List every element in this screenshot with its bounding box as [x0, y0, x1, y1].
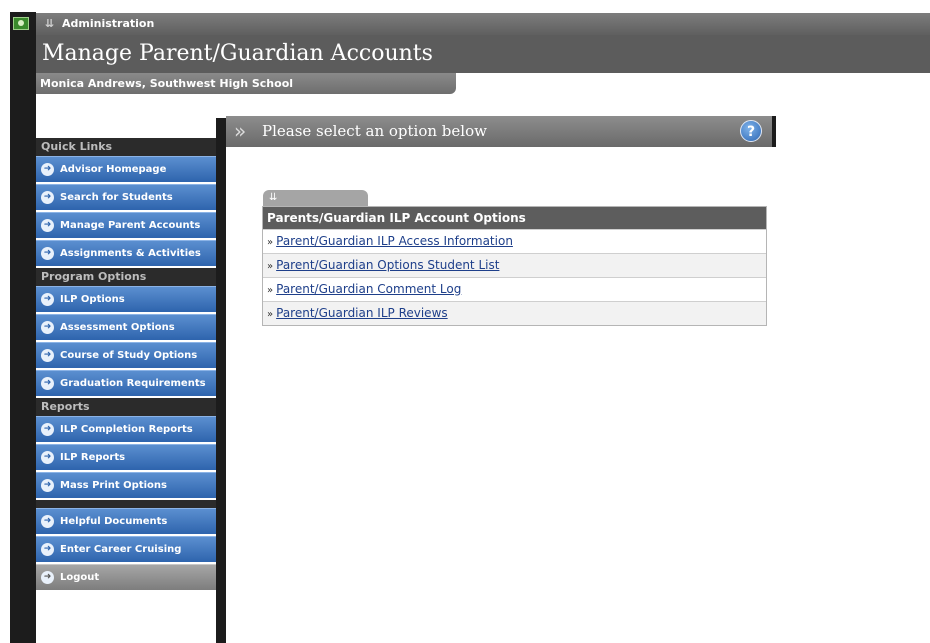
double-chevron-right-icon: »: [234, 119, 247, 143]
page-title: Manage Parent/Guardian Accounts: [42, 41, 433, 66]
sidebar-item-helpful-documents[interactable]: ➜ Helpful Documents: [36, 508, 216, 534]
sidebar-item-course-of-study-options[interactable]: ➜ Course of Study Options: [36, 342, 216, 368]
arrow-right-icon: ➜: [41, 543, 54, 556]
sidebar-item-label: ILP Reports: [60, 452, 126, 463]
logout-label: Logout: [60, 572, 100, 583]
left-strip: [10, 12, 36, 643]
arrow-right-icon: ➜: [41, 219, 54, 232]
administration-bar[interactable]: ⇊ Administration: [36, 13, 930, 35]
sidebar-item-assessment-options[interactable]: ➜ Assessment Options: [36, 314, 216, 340]
administration-label: Administration: [62, 17, 155, 30]
arrow-right-icon: ➜: [41, 349, 54, 362]
arrow-right-icon: ➜: [41, 247, 54, 260]
sidebar: Quick Links ➜ Advisor Homepage ➜ Search fo…: [36, 138, 216, 643]
sidebar-item-advisor-homepage[interactable]: ➜ Advisor Homepage: [36, 156, 216, 182]
bullet-icon: »: [267, 237, 274, 248]
arrow-right-icon: ➜: [41, 163, 54, 176]
sidebar-item-label: Advisor Homepage: [60, 164, 167, 175]
program-options-header: Program Options: [36, 268, 216, 286]
sidebar-item-label: Graduation Requirements: [60, 378, 206, 389]
arrow-right-icon: ➜: [41, 571, 54, 584]
collapse-toggle[interactable]: ⇊: [263, 190, 368, 206]
chevron-down-icon[interactable]: ⇊: [45, 17, 54, 30]
option-prompt: Please select an option below: [262, 122, 487, 140]
account-options-panel: Parents/Guardian ILP Account Options » Pa…: [262, 206, 767, 326]
sidebar-item-graduation-requirements[interactable]: ➜ Graduation Requirements: [36, 370, 216, 396]
sidebar-item-enter-career-cruising[interactable]: ➜ Enter Career Cruising: [36, 536, 216, 562]
sidebar-item-search-students[interactable]: ➜ Search for Students: [36, 184, 216, 210]
arrow-right-icon: ➜: [41, 423, 54, 436]
link-options-student-list[interactable]: Parent/Guardian Options Student List: [276, 258, 499, 272]
list-item: » Parent/Guardian ILP Reviews: [263, 301, 766, 325]
arrow-right-icon: ➜: [41, 377, 54, 390]
sidebar-item-mass-print-options[interactable]: ➜ Mass Print Options: [36, 472, 216, 498]
bullet-icon: »: [267, 261, 274, 272]
arrow-right-icon: ➜: [41, 451, 54, 464]
sidebar-item-assignments-activities[interactable]: ➜ Assignments & Activities: [36, 240, 216, 266]
link-comment-log[interactable]: Parent/Guardian Comment Log: [276, 282, 461, 296]
sidebar-separator: [36, 500, 216, 508]
sidebar-item-ilp-options[interactable]: ➜ ILP Options: [36, 286, 216, 312]
sidebar-item-ilp-completion-reports[interactable]: ➜ ILP Completion Reports: [36, 416, 216, 442]
sidebar-item-label: Assessment Options: [60, 322, 175, 333]
sidebar-item-label: Helpful Documents: [60, 516, 168, 527]
list-item: » Parent/Guardian Comment Log: [263, 277, 766, 301]
sidebar-item-manage-parent-accounts[interactable]: ➜ Manage Parent Accounts: [36, 212, 216, 238]
sidebar-item-label: Enter Career Cruising: [60, 544, 182, 555]
list-item: » Parent/Guardian Options Student List: [263, 253, 766, 277]
sidebar-item-label: Mass Print Options: [60, 480, 167, 491]
bullet-icon: »: [267, 309, 274, 320]
arrow-right-icon: ➜: [41, 479, 54, 492]
option-header-bar: » Please select an option below ?: [226, 116, 776, 147]
user-info-bar: Monica Andrews, Southwest High School: [36, 73, 456, 94]
sidebar-item-label: Search for Students: [60, 192, 173, 203]
help-icon[interactable]: ?: [740, 120, 762, 142]
quick-links-header: Quick Links: [36, 138, 216, 156]
sidebar-item-label: Assignments & Activities: [60, 248, 201, 259]
content-divider: [216, 118, 226, 643]
user-school-label: Monica Andrews, Southwest High School: [40, 77, 294, 90]
sidebar-item-ilp-reports[interactable]: ➜ ILP Reports: [36, 444, 216, 470]
arrow-right-icon: ➜: [41, 191, 54, 204]
arrow-right-icon: ➜: [41, 515, 54, 528]
app-icon[interactable]: [13, 17, 29, 30]
arrow-right-icon: ➜: [41, 293, 54, 306]
logout-button[interactable]: ➜ Logout: [36, 564, 216, 590]
link-ilp-reviews[interactable]: Parent/Guardian ILP Reviews: [276, 306, 448, 320]
link-ilp-access-information[interactable]: Parent/Guardian ILP Access Information: [276, 234, 513, 248]
sidebar-item-label: Manage Parent Accounts: [60, 220, 201, 231]
panel-header: Parents/Guardian ILP Account Options: [263, 207, 766, 229]
sidebar-item-label: ILP Options: [60, 294, 125, 305]
sidebar-item-label: ILP Completion Reports: [60, 424, 193, 435]
arrow-right-icon: ➜: [41, 321, 54, 334]
chevron-down-icon: ⇊: [269, 192, 278, 203]
bullet-icon: »: [267, 285, 274, 296]
page-title-bar: Manage Parent/Guardian Accounts: [36, 35, 930, 73]
list-item: » Parent/Guardian ILP Access Information: [263, 229, 766, 253]
sidebar-item-label: Course of Study Options: [60, 350, 198, 361]
reports-header: Reports: [36, 398, 216, 416]
